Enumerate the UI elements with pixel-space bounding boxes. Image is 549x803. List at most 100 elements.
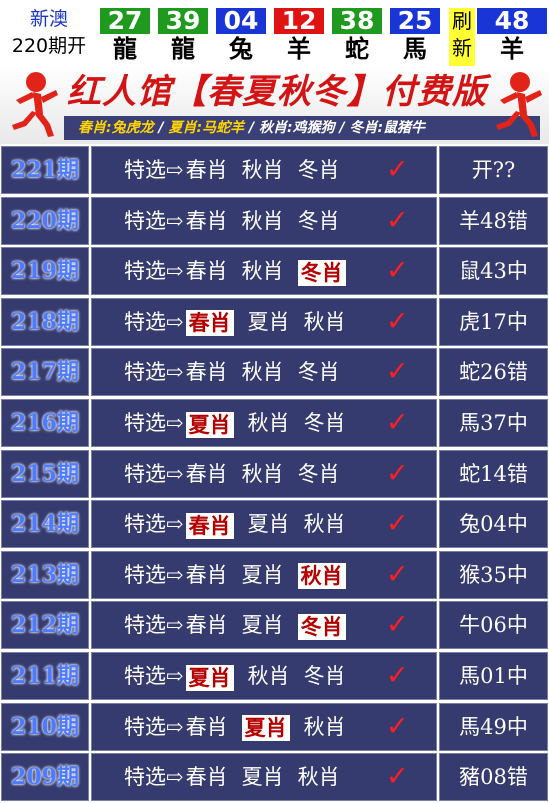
banner-title: 红人馆【春夏秋冬】付费版 — [67, 72, 487, 112]
period-label: 218期 — [11, 308, 79, 335]
result-label: 蛇26错 — [459, 360, 528, 385]
pick-prefix: 特选⇨ — [124, 562, 184, 587]
check-icon: ✓ — [386, 660, 409, 691]
result-cell: 蛇26错 — [439, 348, 548, 397]
result-label: 开?? — [471, 158, 516, 182]
legend-separator: / — [248, 120, 255, 136]
ball-zodiac: 兔 — [216, 34, 266, 66]
number-ball: 38 蛇 — [332, 8, 382, 66]
pick-prefix: 特选⇨ — [124, 259, 184, 284]
result-cell: 羊48错 — [439, 196, 548, 245]
refresh-button[interactable]: 刷 新 — [449, 8, 475, 66]
prediction-table: 221期 特选⇨春肖 秋肖 冬肖 ✓ 开?? 220期 特选⇨春肖 秋肖 冬肖 ✓ 羊48错 219期特… — [0, 144, 549, 802]
result-label: 馬37中 — [459, 411, 528, 435]
result-label: 馬49中 — [459, 714, 528, 739]
period-cell: 213期 — [1, 550, 89, 599]
period-cell: 211期 — [1, 652, 89, 700]
pick-3: 秋肖 — [303, 714, 346, 739]
check-icon: ✓ — [386, 204, 409, 236]
check-icon: ✓ — [386, 356, 409, 388]
runner-left-icon — [12, 72, 58, 137]
result-cell: 蛇14错 — [439, 449, 548, 498]
period-cell: 215期 — [1, 449, 89, 498]
number-ball: 04 兔 — [216, 8, 266, 66]
check-icon: ✓ — [386, 609, 409, 641]
ball-zodiac: 馬 — [390, 34, 440, 66]
table-row: 219期 特选⇨春肖 秋肖 冬肖 ✓ 鼠43中 — [0, 247, 549, 297]
pick-3: 秋肖 — [303, 309, 346, 334]
pick-2: 秋肖 — [241, 259, 284, 284]
picks-cell: 特选⇨ 夏肖 秋肖 冬肖 ✓ — [91, 652, 437, 700]
period-cell: 220期 — [1, 196, 89, 245]
period-cell: 209期 — [1, 753, 89, 802]
result-cell: 牛06中 — [439, 601, 548, 650]
ball-number: 25 — [390, 8, 440, 34]
pick-3: 冬肖 — [297, 208, 340, 233]
table-row: 221期 特选⇨春肖 秋肖 冬肖 ✓ 开?? — [0, 146, 549, 196]
picks-cell: 特选⇨春肖夏肖秋肖 ✓ — [91, 753, 437, 802]
check-icon: ✓ — [386, 710, 409, 742]
pick-prefix: 特选⇨ — [124, 309, 184, 334]
pick-1: 春肖 — [185, 714, 228, 739]
table-row: 218期 特选⇨ 春肖 夏肖 秋肖 ✓ 虎17中 — [0, 297, 549, 348]
pick-3: 冬肖 — [297, 158, 340, 182]
pick-prefix: 特选⇨ — [124, 512, 184, 537]
refresh-label-2: 新 — [452, 36, 472, 60]
legend-separator: / — [158, 120, 164, 136]
draw-period: 220期开 — [11, 35, 87, 57]
period-cell: 218期 — [1, 297, 89, 346]
period-label: 219期 — [11, 258, 79, 285]
result-cell: 馬37中 — [439, 399, 548, 447]
result-cell: 兔04中 — [439, 500, 548, 549]
number-ball: 27 龍 — [100, 8, 150, 66]
runner-right-icon — [496, 72, 542, 137]
special-number-ball: 48 羊 — [477, 8, 547, 66]
period-label: 220期 — [11, 207, 79, 234]
pick-1: 春肖 — [185, 158, 228, 182]
autumn-legend: 秋肖:鸡猴狗 — [258, 120, 335, 136]
result-cell: 猴35中 — [439, 550, 548, 599]
period-label: 213期 — [11, 561, 79, 588]
pick-1: 春肖 — [185, 461, 228, 486]
result-cell: 馬01中 — [439, 652, 548, 700]
result-label: 豬08错 — [459, 765, 528, 790]
pick-1: 春肖 — [185, 360, 228, 385]
table-row: 210期 特选⇨春肖 夏肖 秋肖 ✓ 馬49中 — [0, 702, 549, 753]
table-row: 217期 特选⇨春肖 秋肖 冬肖 ✓ 蛇26错 — [0, 348, 549, 398]
result-label: 牛06中 — [459, 613, 528, 638]
pick-2: 夏肖 — [247, 512, 290, 537]
picks-cell: 特选⇨春肖 秋肖 冬肖 ✓ — [91, 196, 437, 245]
pick-2: 夏肖 — [241, 562, 284, 587]
special-zodiac: 羊 — [477, 34, 547, 66]
pick-3: 秋肖 — [297, 765, 340, 790]
period-label: 217期 — [11, 359, 79, 386]
pick-prefix: 特选⇨ — [124, 360, 184, 385]
pick-3: 冬肖 — [297, 461, 340, 486]
result-label: 馬01中 — [459, 664, 528, 688]
ball-number: 38 — [332, 8, 382, 34]
pick-3: 冬肖 — [297, 259, 346, 286]
check-icon: ✓ — [386, 154, 409, 185]
number-ball: 25 馬 — [390, 8, 440, 66]
season-legend: 春肖:兔虎龙 / 夏肖:马蛇羊 / 秋肖:鸡猴狗 / 冬肖:鼠猪牛 — [64, 116, 540, 140]
check-icon: ✓ — [386, 407, 409, 438]
table-row: 214期 特选⇨ 春肖 夏肖 秋肖 ✓ 兔04中 — [0, 500, 549, 550]
pick-prefix: 特选⇨ — [124, 664, 184, 688]
pick-1: 春肖 — [185, 562, 228, 587]
period-label: 216期 — [11, 410, 79, 436]
pick-1: 春肖 — [185, 765, 228, 790]
summer-legend: 夏肖:马蛇羊 — [168, 120, 245, 136]
number-ball: 12 羊 — [274, 8, 324, 66]
period-cell: 216期 — [1, 399, 89, 447]
result-cell: 开?? — [439, 146, 548, 194]
site-name: 新澳 — [29, 8, 68, 30]
result-label: 羊48错 — [459, 208, 528, 233]
result-cell: 豬08错 — [439, 753, 548, 802]
result-label: 兔04中 — [459, 512, 528, 537]
pick-2: 夏肖 — [241, 715, 290, 742]
table-row: 220期 特选⇨春肖 秋肖 冬肖 ✓ 羊48错 — [0, 196, 549, 247]
pick-prefix: 特选⇨ — [124, 158, 184, 182]
period-cell: 221期 — [1, 146, 89, 194]
period-label: 211期 — [11, 663, 79, 689]
pick-3: 冬肖 — [297, 360, 340, 385]
